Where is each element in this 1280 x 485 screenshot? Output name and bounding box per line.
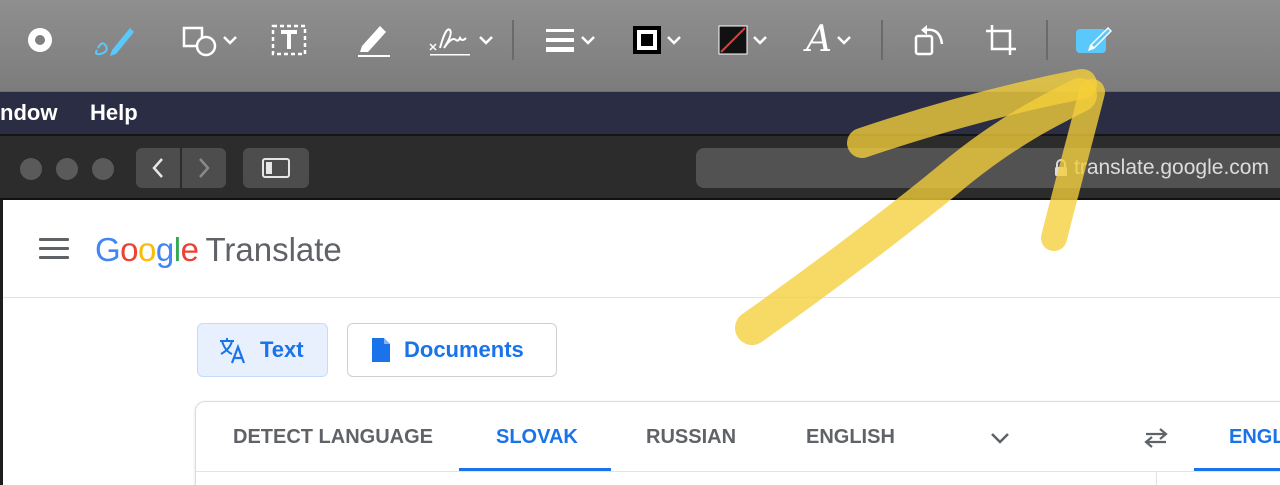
- toolbar-divider: [512, 20, 514, 60]
- documents-mode-button[interactable]: Documents: [347, 323, 557, 377]
- text-mode-button[interactable]: Text: [197, 323, 328, 377]
- chevron-down-icon: [753, 36, 767, 45]
- url-text: translate.google.com: [1074, 156, 1269, 179]
- lock-icon: [1055, 159, 1067, 176]
- close-window-button[interactable]: [20, 158, 42, 180]
- sidebar-toggle-button[interactable]: [243, 148, 309, 188]
- translate-icon: [220, 338, 246, 364]
- logo-letter: l: [173, 231, 181, 268]
- app-header: Google Translate: [3, 200, 1280, 298]
- logo-letter: e: [180, 231, 199, 268]
- chevron-right-icon: [199, 158, 210, 178]
- menu-window[interactable]: ndow: [0, 92, 57, 134]
- fill-color-icon[interactable]: [718, 16, 768, 64]
- record-icon[interactable]: [26, 16, 54, 64]
- screen: A ndow Help translate.google.com Google …: [0, 0, 1280, 485]
- chevron-down-icon: [667, 36, 681, 45]
- google-translate-logo[interactable]: Google Translate: [95, 226, 342, 274]
- highlight-icon[interactable]: [354, 16, 394, 64]
- chevron-down-icon: [581, 36, 595, 45]
- menu-bar: ndow Help: [0, 92, 1280, 134]
- chevron-left-icon: [152, 158, 163, 178]
- documents-mode-label: Documents: [404, 337, 524, 362]
- text-mode-label: Text: [260, 337, 304, 362]
- tab-english[interactable]: ENGLISH: [806, 402, 895, 472]
- product-name: Translate: [205, 231, 342, 268]
- back-button[interactable]: [136, 148, 180, 188]
- annotate-icon[interactable]: [1074, 16, 1114, 64]
- markup-toolbar: A: [0, 0, 1280, 92]
- rotate-icon[interactable]: [912, 16, 946, 64]
- logo-letter: g: [155, 231, 174, 268]
- tab-russian[interactable]: RUSSIAN: [646, 402, 736, 472]
- logo-letter: o: [138, 231, 156, 268]
- browser-toolbar: translate.google.com: [0, 134, 1280, 200]
- pane-divider: [1156, 472, 1157, 485]
- logo-letter: o: [120, 231, 139, 268]
- tab-target-english[interactable]: ENGLI: [1229, 402, 1280, 472]
- menu-help[interactable]: Help: [90, 92, 138, 134]
- line-style-icon[interactable]: [544, 16, 596, 64]
- forward-button[interactable]: [182, 148, 226, 188]
- target-tab-indicator: [1194, 468, 1280, 471]
- shapes-icon[interactable]: [180, 16, 238, 64]
- chevron-down-icon: [837, 36, 851, 45]
- chevron-down-icon: [479, 36, 493, 45]
- chevron-down-icon: [223, 36, 237, 45]
- page-content: Google Translate Text Documents DETECT LA…: [0, 200, 1280, 485]
- border-color-icon[interactable]: [632, 16, 682, 64]
- language-bar: DETECT LANGUAGE SLOVAK RUSSIAN ENGLISH E…: [196, 402, 1280, 472]
- active-tab-indicator: [459, 468, 611, 471]
- translation-card: DETECT LANGUAGE SLOVAK RUSSIAN ENGLISH E…: [195, 401, 1280, 485]
- logo-letter: G: [95, 231, 121, 268]
- signature-icon[interactable]: [426, 16, 494, 64]
- address-bar[interactable]: translate.google.com: [696, 148, 1280, 188]
- tab-slovak[interactable]: SLOVAK: [496, 402, 578, 472]
- tab-detect-language[interactable]: DETECT LANGUAGE: [233, 402, 433, 472]
- more-languages-icon[interactable]: [988, 429, 1012, 447]
- sketch-icon[interactable]: [92, 16, 136, 64]
- main-menu-icon[interactable]: [39, 238, 69, 260]
- text-style-glyph: A: [806, 19, 832, 60]
- text-box-icon[interactable]: [270, 16, 308, 64]
- swap-languages-icon[interactable]: [1142, 427, 1170, 449]
- sidebar-icon: [262, 158, 290, 178]
- text-style-icon[interactable]: A: [806, 16, 852, 64]
- toolbar-divider: [881, 20, 883, 60]
- minimize-window-button[interactable]: [56, 158, 78, 180]
- crop-icon[interactable]: [984, 16, 1018, 64]
- document-icon: [372, 338, 390, 362]
- zoom-window-button[interactable]: [92, 158, 114, 180]
- toolbar-divider: [1046, 20, 1048, 60]
